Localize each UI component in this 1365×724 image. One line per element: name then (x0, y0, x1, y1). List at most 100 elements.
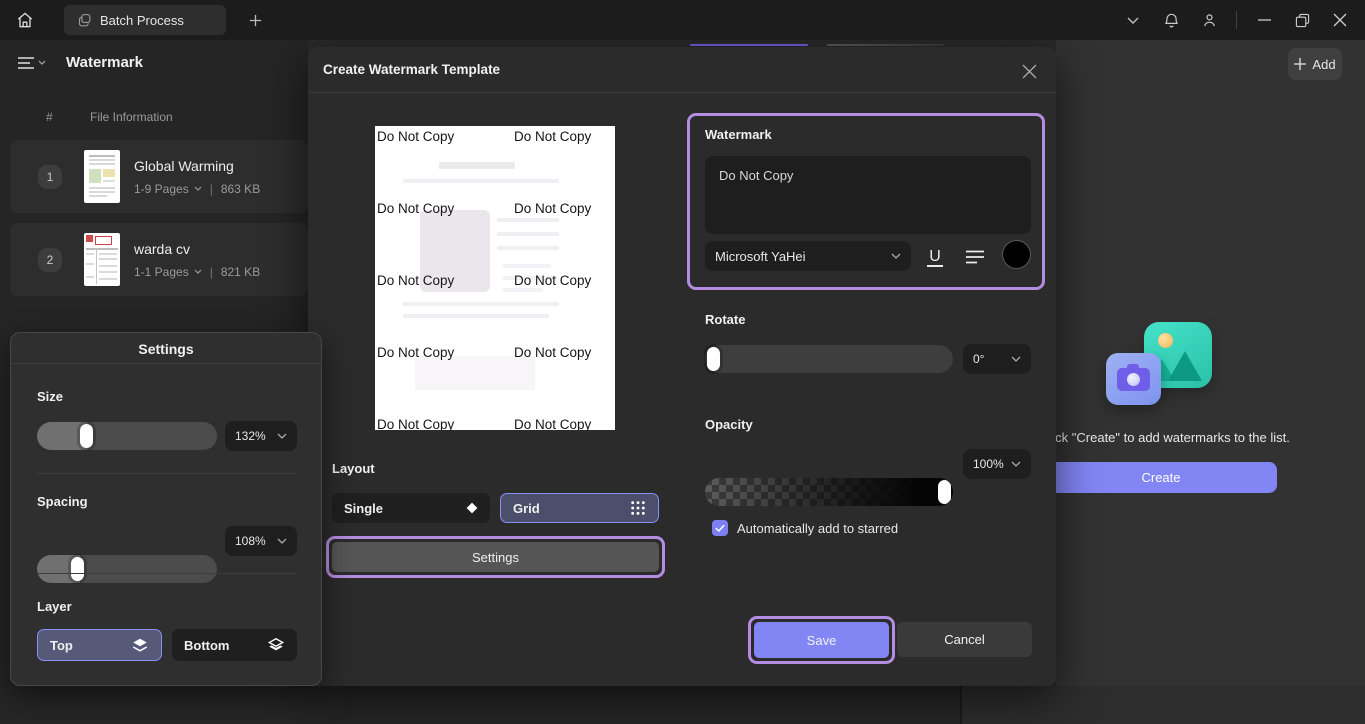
spacing-label: Spacing (37, 494, 88, 509)
notifications-button[interactable] (1154, 3, 1188, 37)
watermark-text-input[interactable]: Do Not Copy (705, 156, 1031, 234)
opacity-dropdown[interactable]: 100% (963, 449, 1031, 479)
font-dropdown[interactable]: Microsoft YaHei (705, 241, 911, 271)
menu-button[interactable] (18, 57, 46, 69)
window-dropdown-button[interactable] (1116, 3, 1150, 37)
chevron-down-icon (1011, 461, 1021, 467)
watermark-preview-text: Do Not Copy (514, 201, 591, 216)
underline-icon: U (927, 248, 943, 267)
file-index-badge: 2 (38, 248, 62, 272)
settings-divider (11, 363, 321, 364)
spacing-slider[interactable] (37, 555, 217, 583)
notifications-icon (1162, 11, 1181, 30)
single-layout-icon (466, 502, 478, 514)
tab-batch-process[interactable]: Batch Process (64, 5, 226, 35)
align-button[interactable] (961, 243, 989, 271)
save-highlight-box: Save (748, 616, 895, 664)
chevron-down-icon (1011, 356, 1021, 362)
rotate-dropdown[interactable]: 0° (963, 344, 1031, 374)
minimize-icon (1258, 19, 1271, 21)
settings-divider (37, 473, 297, 474)
settings-button-label: Settings (472, 550, 519, 565)
restore-button[interactable] (1285, 3, 1319, 37)
file-row-warda-cv[interactable]: 2 warda cv 1-1 Pages | (10, 223, 308, 296)
watermark-preview-text: Do Not Copy (377, 129, 454, 144)
mountain-large (1168, 351, 1202, 381)
size-value: 132% (235, 429, 266, 443)
rotate-value: 0° (973, 352, 984, 366)
layer-bottom-button[interactable]: Bottom (172, 629, 297, 661)
grid-label: Grid (513, 501, 540, 516)
file-row-global-warming[interactable]: 1 Global Warming 1-9 Pages | 863 KB (10, 140, 308, 213)
settings-divider (37, 573, 297, 574)
sidebar-header: Watermark (18, 54, 143, 71)
starred-checkbox-label: Automatically add to starred (737, 521, 898, 536)
opacity-value: 100% (973, 457, 1004, 471)
chevron-down-icon (277, 433, 287, 439)
color-swatch[interactable] (1003, 241, 1030, 268)
size-slider[interactable] (37, 422, 217, 450)
add-button-label: Add (1312, 57, 1335, 72)
watermark-preview-text: Do Not Copy (514, 345, 591, 360)
size-label: Size (37, 389, 63, 404)
opacity-slider[interactable] (705, 478, 953, 506)
layer-bottom-icon (267, 637, 285, 654)
add-button[interactable]: Add (1288, 48, 1342, 80)
size-dropdown[interactable]: 132% (225, 421, 297, 451)
watermark-preview-text: Do Not Copy (377, 273, 454, 288)
new-tab-button[interactable] (238, 3, 272, 37)
new-tab-icon (248, 13, 263, 28)
page-title: Watermark (66, 54, 143, 71)
meta-separator: | (210, 265, 213, 279)
window-dropdown-icon (1127, 17, 1139, 24)
rotate-slider-thumb[interactable] (707, 347, 720, 371)
create-button[interactable]: Create (1045, 462, 1277, 493)
watermark-preview-text: Do Not Copy (377, 201, 454, 216)
pages-chevron-icon[interactable] (194, 269, 202, 274)
layer-label: Layer (37, 599, 72, 614)
right-panel: Add Click "Create" to add watermarks to … (1056, 40, 1365, 686)
bottom-strip (0, 686, 960, 724)
settings-button[interactable]: Settings (332, 542, 659, 572)
checkbox-check-icon (715, 524, 725, 533)
watermark-preview: Do Not Copy Do Not Copy Do Not Copy Do N… (375, 126, 615, 430)
starred-checkbox[interactable] (712, 520, 728, 536)
watermark-preview-text: Do Not Copy (514, 273, 591, 288)
file-size: 821 KB (221, 265, 260, 279)
watermark-preview-text: Do Not Copy (377, 345, 454, 360)
layout-single-button[interactable]: Single (332, 493, 490, 523)
opacity-label: Opacity (705, 417, 753, 432)
spacing-slider-thumb[interactable] (71, 557, 84, 581)
layer-top-button[interactable]: Top (37, 629, 162, 661)
home-button[interactable] (8, 3, 42, 37)
inactive-tab-indicator (827, 44, 945, 46)
account-button[interactable] (1192, 3, 1226, 37)
save-button-label: Save (807, 633, 837, 648)
dialog-close-button[interactable] (1016, 58, 1042, 84)
spacing-dropdown[interactable]: 108% (225, 526, 297, 556)
app-window: Batch Process (0, 0, 1365, 724)
close-window-button[interactable] (1323, 3, 1357, 37)
file-name: Global Warming (134, 158, 260, 174)
underline-button[interactable]: U (921, 243, 949, 271)
file-index-badge: 1 (38, 165, 62, 189)
save-button[interactable]: Save (754, 622, 889, 658)
menu-icon (18, 57, 34, 69)
starred-checkbox-row[interactable]: Automatically add to starred (712, 520, 898, 536)
layout-label: Layout (332, 461, 375, 476)
watermark-highlight-box: Watermark Do Not Copy Microsoft YaHei U (687, 113, 1045, 290)
camera-body (1117, 368, 1150, 391)
size-slider-thumb[interactable] (80, 424, 93, 448)
layout-grid-button[interactable]: Grid (500, 493, 659, 523)
rotate-slider[interactable] (705, 345, 953, 373)
pages-chevron-icon[interactable] (194, 186, 202, 191)
meta-separator: | (210, 182, 213, 196)
dialog-title: Create Watermark Template (323, 62, 500, 77)
bottom-strip (962, 686, 1365, 724)
cancel-button[interactable]: Cancel (897, 622, 1032, 657)
opacity-slider-thumb[interactable] (938, 480, 951, 504)
camera-icon (1106, 353, 1161, 405)
minimize-button[interactable] (1247, 3, 1281, 37)
close-icon (1333, 13, 1347, 27)
layer-top-label: Top (50, 638, 73, 653)
